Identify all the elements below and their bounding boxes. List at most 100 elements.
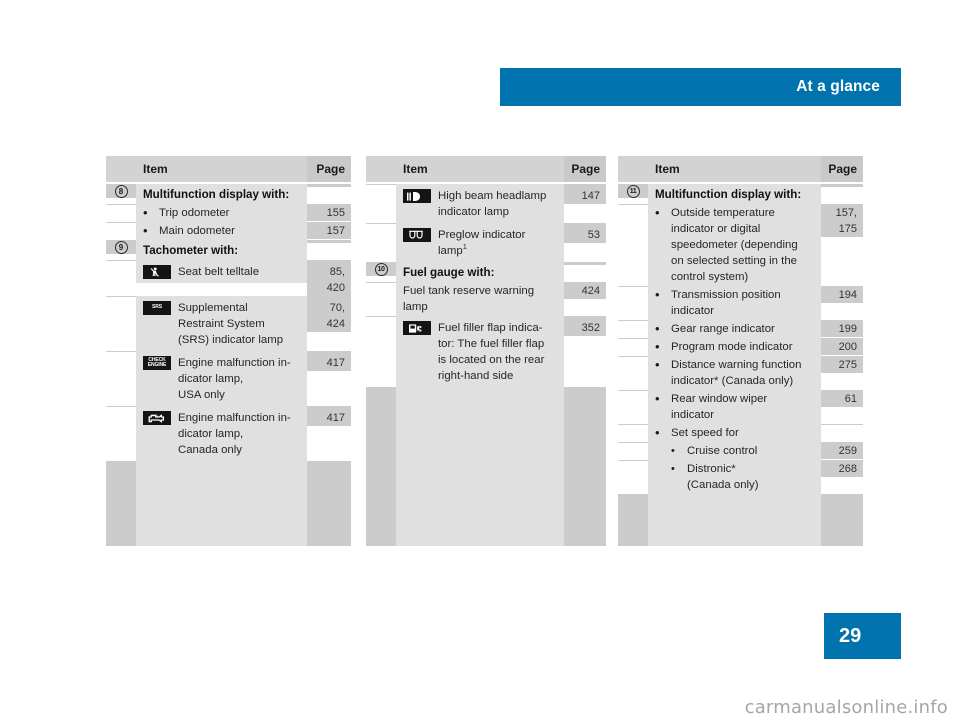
row-item-text: Fuel filler flap indica- tor: The fuel f…: [438, 322, 545, 382]
header-marker-cell: [106, 156, 136, 182]
row-item-cell: • Distronic* (Canada only): [648, 460, 821, 494]
filler-item-col: [136, 461, 307, 546]
bullet-glyph: •: [655, 287, 660, 302]
callout-number-8: 8: [114, 185, 128, 198]
row-item-text: Transmission position indicator: [671, 289, 781, 317]
row-marker-cell: [618, 442, 648, 443]
bullet-glyph: •: [671, 463, 675, 475]
row-item-cell: CHECK ENGINE Engine malfunction in- dicato…: [136, 351, 307, 406]
row-page-number: 85, 420: [307, 260, 351, 296]
row-item-cell: Multifunction display with:: [136, 184, 307, 204]
row-page-number: 200: [821, 338, 863, 355]
row-item-text: Engine malfunction in- dicator lamp, Can…: [178, 412, 291, 456]
row-item-text: Trip odometer: [159, 207, 230, 219]
table-row: • Transmission position indicator 194: [618, 286, 863, 320]
column-header-page: Page: [307, 156, 351, 182]
column-header-item: Item: [396, 156, 564, 182]
watermark: carmanualsonline.info: [744, 697, 948, 718]
row-marker-cell: [106, 222, 136, 223]
filler-marker-col: [366, 387, 396, 546]
row-item-cell: • Outside temperature indicator or digita…: [648, 204, 821, 286]
table-row: • Distronic* (Canada only) 268: [618, 460, 863, 494]
row-item-cell: • Set speed for: [648, 424, 821, 442]
row-item-cell: • Cruise control: [648, 442, 821, 460]
row-item-text: Main odometer: [159, 225, 235, 237]
bullet-glyph: •: [655, 321, 660, 336]
row-marker-cell: [618, 460, 648, 461]
header-marker-cell: [618, 156, 648, 182]
bullet-glyph: •: [655, 357, 660, 372]
row-item-cell: Fuel tank reserve warning lamp: [396, 282, 564, 316]
row-item-text: Rear window wiper indicator: [671, 393, 768, 421]
table-row: • Main odometer 157: [106, 222, 351, 240]
row-page-number: 199: [821, 320, 863, 337]
row-page-number: [821, 184, 863, 187]
fuel-filler-flap-icon: [403, 321, 431, 335]
row-item-text: Cruise control: [687, 445, 758, 457]
row-item-cell: • Main odometer: [136, 222, 307, 240]
row-marker-cell: [366, 282, 396, 283]
row-item-cell: • Transmission position indicator: [648, 286, 821, 320]
bullet-glyph: •: [671, 445, 675, 457]
row-marker-cell: [106, 351, 136, 352]
row-page-number: 259: [821, 442, 863, 459]
table-row: ECO Engine malfunction in- dicator lamp,…: [106, 406, 351, 461]
table-row: CHECK ENGINE Engine malfunction in- dicato…: [106, 351, 351, 406]
row-item-text: Outside temperature indicator or digital…: [671, 207, 798, 283]
page-sheet: At a glance Item Page 8 Multifunction displ…: [0, 0, 960, 720]
row-item-text: High beam headlamp indicator lamp: [438, 190, 547, 218]
bullet-glyph: •: [143, 205, 148, 220]
row-marker-cell: 9: [106, 240, 136, 254]
row-item-cell: • Trip odometer: [136, 204, 307, 222]
footnote-marker: 1: [462, 242, 467, 252]
row-heading-text: Multifunction display with:: [143, 188, 290, 201]
bullet-glyph: •: [655, 391, 660, 406]
row-item-cell: ECO Engine malfunction in- dicator lamp,…: [136, 406, 307, 461]
table-row: • Gear range indicator 199: [618, 320, 863, 338]
table-left: Item Page 8 Multifunction display with: • Tri…: [106, 156, 351, 546]
row-page-number: 424: [564, 282, 606, 299]
seat-belt-telltale-icon: [143, 265, 171, 279]
row-marker-cell: [106, 204, 136, 205]
preglow-indicator-icon: [403, 228, 431, 242]
table-row: 9 Tachometer with:: [106, 240, 351, 260]
row-page-number: [821, 424, 863, 425]
filler-page-col: [821, 494, 863, 546]
row-item-cell: • Distance warning function indicator* (C…: [648, 356, 821, 390]
row-marker-cell: 10: [366, 262, 396, 276]
filler-item-col: [648, 494, 821, 546]
row-item-cell: • Gear range indicator: [648, 320, 821, 338]
table-filler: [106, 461, 351, 546]
callout-number-11: 11: [626, 185, 640, 198]
row-item-text: Preglow indicator lamp1: [438, 229, 526, 257]
row-item-cell: Multifunction display with:: [648, 184, 821, 204]
row-item-text: Supplemental Restraint System (SRS) indi…: [178, 302, 284, 346]
filler-marker-col: [618, 494, 648, 546]
row-page-number: 155: [307, 204, 351, 221]
table-header-row: Item Page: [618, 156, 863, 182]
row-marker-cell: [618, 204, 648, 205]
row-marker-cell: [106, 296, 136, 297]
row-heading-text: Fuel gauge with:: [403, 266, 495, 279]
callout-number-9: 9: [114, 241, 128, 254]
row-page-number: 157, 175: [821, 204, 863, 237]
row-marker-cell: [618, 338, 648, 339]
row-item-cell: • Program mode indicator: [648, 338, 821, 356]
table-row: Fuel filler flap indica- tor: The fuel f…: [366, 316, 606, 387]
row-item-cell: Seat belt telltale: [136, 260, 307, 283]
header-bar: At a glance: [500, 68, 901, 106]
row-marker-cell: [366, 223, 396, 224]
column-header-page: Page: [564, 156, 606, 182]
table-middle: Item Page High beam headlamp indicator la…: [366, 156, 606, 546]
table-row: 8 Multifunction display with:: [106, 184, 351, 204]
row-item-cell: Preglow indicator lamp1: [396, 223, 564, 262]
table-row: • Outside temperature indicator or digita…: [618, 204, 863, 286]
row-page-number: 194: [821, 286, 863, 303]
svg-text:ECO: ECO: [152, 413, 158, 417]
page-number: 29: [839, 625, 862, 647]
row-item-cell: Fuel gauge with:: [396, 262, 564, 282]
row-page-number: 61: [821, 390, 863, 407]
high-beam-headlamp-icon: [403, 189, 431, 203]
table-filler: [618, 494, 863, 546]
page-number-tab: 29: [824, 613, 901, 659]
